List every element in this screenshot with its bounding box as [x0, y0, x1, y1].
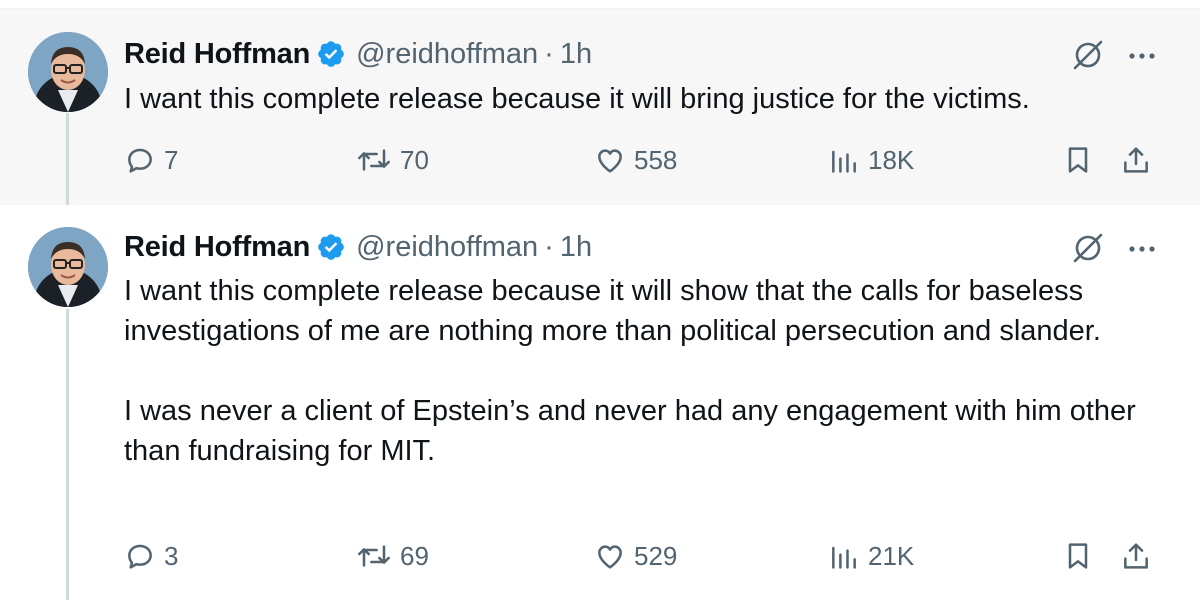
- verified-badge-icon[interactable]: [316, 232, 346, 262]
- repost-count: 69: [400, 540, 429, 571]
- more-icon[interactable]: [1122, 228, 1162, 268]
- thread-connector-line: [66, 113, 69, 205]
- reply-icon: [124, 144, 156, 176]
- views-icon: [828, 540, 860, 572]
- reply-button[interactable]: 7: [124, 140, 178, 180]
- like-count: 558: [634, 144, 678, 175]
- like-button[interactable]: 558: [594, 140, 677, 180]
- grok-icon[interactable]: [1068, 228, 1108, 268]
- share-button[interactable]: [1120, 140, 1152, 180]
- bookmark-icon: [1062, 540, 1094, 572]
- views-button[interactable]: 18K: [828, 140, 914, 180]
- avatar[interactable]: [28, 32, 108, 112]
- like-icon: [594, 540, 626, 572]
- separator-dot: ·: [544, 37, 554, 70]
- thread-connector-line: [66, 309, 69, 600]
- repost-count: 70: [400, 144, 429, 175]
- author-handle[interactable]: @reidhoffman: [356, 231, 538, 264]
- views-button[interactable]: 21K: [828, 536, 914, 576]
- repost-button[interactable]: 70: [356, 140, 429, 180]
- tweet-actions: 7 70 558 18K: [124, 140, 1164, 180]
- avatar[interactable]: [28, 227, 108, 307]
- like-count: 529: [634, 540, 678, 571]
- reply-icon: [124, 540, 156, 572]
- verified-badge-icon[interactable]: [316, 39, 346, 69]
- reply-button[interactable]: 3: [124, 536, 178, 576]
- author-name[interactable]: Reid Hoffman: [124, 38, 310, 71]
- repost-icon: [356, 144, 392, 176]
- view-count: 21K: [868, 540, 915, 571]
- grok-icon[interactable]: [1068, 35, 1108, 75]
- bookmark-button[interactable]: [1062, 536, 1094, 576]
- post-time[interactable]: 1h: [560, 38, 592, 71]
- share-icon: [1120, 144, 1152, 176]
- reply-count: 3: [164, 540, 179, 571]
- separator-dot: ·: [544, 230, 554, 263]
- author-name[interactable]: Reid Hoffman: [124, 231, 310, 264]
- share-button[interactable]: [1120, 536, 1152, 576]
- tweet-header: Reid Hoffman @reidhoffman · 1h: [124, 34, 592, 74]
- post-time[interactable]: 1h: [560, 231, 592, 264]
- tweet-1[interactable]: Reid Hoffman @reidhoffman · 1h I want th…: [0, 9, 1200, 205]
- repost-button[interactable]: 69: [356, 536, 429, 576]
- reply-count: 7: [164, 144, 179, 175]
- author-handle[interactable]: @reidhoffman: [356, 38, 538, 71]
- like-button[interactable]: 529: [594, 536, 677, 576]
- like-icon: [594, 144, 626, 176]
- share-icon: [1120, 540, 1152, 572]
- repost-icon: [356, 540, 392, 572]
- bookmark-button[interactable]: [1062, 140, 1094, 180]
- timeline-top-border: [0, 0, 1200, 9]
- tweet-header: Reid Hoffman @reidhoffman · 1h: [124, 227, 592, 267]
- more-icon[interactable]: [1122, 35, 1162, 75]
- tweet-text: I want this complete release because it …: [124, 275, 1136, 467]
- tweet-actions: 3 69 529 21K: [124, 536, 1164, 576]
- view-count: 18K: [868, 144, 915, 175]
- tweet-text: I want this complete release because it …: [124, 83, 1030, 115]
- views-icon: [828, 144, 860, 176]
- bookmark-icon: [1062, 144, 1094, 176]
- tweet-2[interactable]: Reid Hoffman @reidhoffman · 1h I want th…: [0, 205, 1200, 600]
